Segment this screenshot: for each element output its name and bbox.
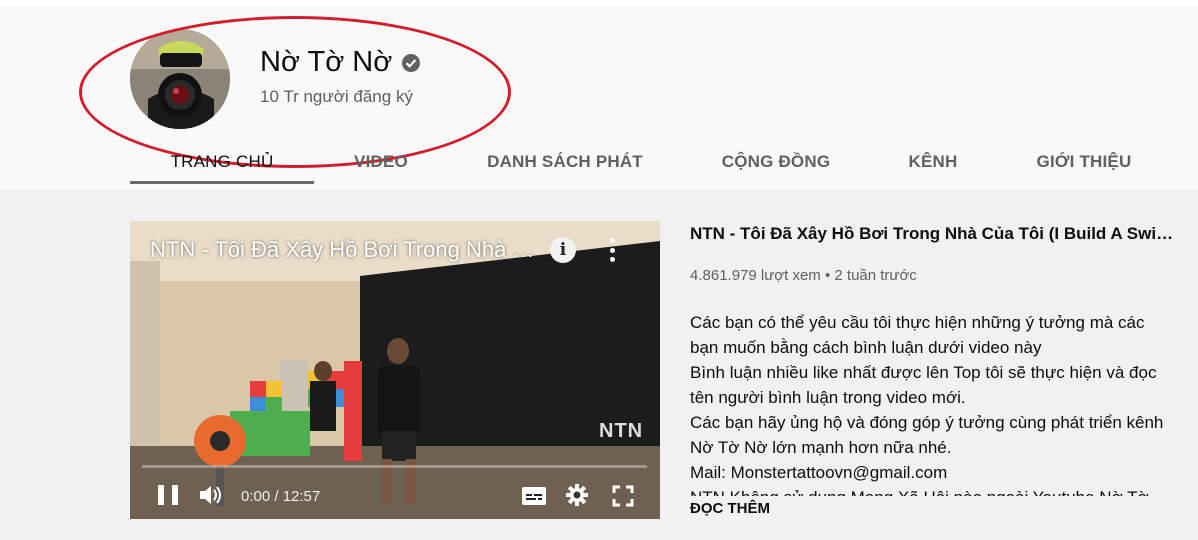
read-more-button[interactable]: ĐỌC THÊM bbox=[690, 500, 770, 517]
tab-videos[interactable]: VIDEO bbox=[330, 134, 432, 190]
info-icon[interactable]: i bbox=[550, 237, 576, 263]
video-description: Các bạn có thể yêu cầu tôi thực hiện nhữ… bbox=[690, 310, 1190, 496]
video-meta: 4.861.979 lượt xem • 2 tuần trước bbox=[690, 267, 1198, 284]
subscriber-count: 10 Tr người đăng ký bbox=[260, 87, 413, 106]
description-line: Mail: Monstertattoovn@gmail.com bbox=[690, 463, 948, 482]
video-thumbnail-scene bbox=[130, 221, 660, 519]
upload-age: 2 tuần trước bbox=[834, 267, 917, 284]
featured-video-details: NTN - Tôi Đã Xây Hồ Bơi Trong Nhà Của Tô… bbox=[690, 221, 1198, 517]
channel-watermark: NTN bbox=[599, 420, 644, 442]
description-line: NTN Không sử dụng Mạng Xã Hội nào ngoài … bbox=[690, 485, 1190, 496]
progress-bar[interactable] bbox=[142, 465, 647, 468]
description-line: Bình luận nhiều like nhất được lên Top t… bbox=[690, 363, 1157, 382]
description-line: Các bạn có thể yêu cầu tôi thực hiện nhữ… bbox=[690, 313, 1145, 332]
tab-community[interactable]: CỘNG ĐỒNG bbox=[702, 134, 850, 190]
avatar-image bbox=[130, 29, 230, 129]
more-options-icon[interactable] bbox=[608, 238, 616, 262]
tab-channels[interactable]: KÊNH bbox=[888, 134, 978, 190]
description-line: tên người bình luận trong video mới. bbox=[690, 388, 966, 407]
channel-name-row: Nờ Tờ Nờ bbox=[260, 46, 421, 79]
tab-playlists[interactable]: DANH SÁCH PHÁT bbox=[470, 134, 660, 190]
featured-video-title[interactable]: NTN - Tôi Đã Xây Hồ Bơi Trong Nhà Của Tô… bbox=[690, 221, 1182, 249]
settings-gear-icon[interactable] bbox=[566, 484, 588, 506]
description-line: Các bạn hãy ủng hộ và đóng góp ý tưởng c… bbox=[690, 413, 1164, 432]
channel-name[interactable]: Nờ Tờ Nờ bbox=[260, 46, 392, 79]
view-count: 4.861.979 lượt xem bbox=[690, 267, 821, 284]
verified-check-icon bbox=[401, 53, 421, 73]
player-title-overlay[interactable]: NTN - Tôi Đã Xây Hồ Bơi Trong Nhà C... bbox=[150, 237, 545, 263]
time-display: 0:00 / 12:57 bbox=[241, 488, 321, 505]
description-line: Nờ Tờ Nờ lớn mạnh hơn nữa nhé. bbox=[690, 438, 952, 457]
volume-icon[interactable] bbox=[199, 484, 225, 506]
active-tab-indicator bbox=[130, 181, 314, 184]
video-player[interactable]: NTN - Tôi Đã Xây Hồ Bơi Trong Nhà C... i… bbox=[130, 221, 660, 519]
tab-about[interactable]: GIỚI THIỆU bbox=[1016, 134, 1152, 190]
meta-separator: • bbox=[824, 267, 831, 284]
channel-avatar[interactable] bbox=[130, 29, 230, 129]
pause-icon[interactable] bbox=[158, 485, 178, 505]
description-line: bạn muốn bằng cách bình luận dưới video … bbox=[690, 338, 1042, 357]
fullscreen-icon[interactable] bbox=[612, 485, 634, 507]
subtitles-icon[interactable] bbox=[522, 487, 546, 505]
